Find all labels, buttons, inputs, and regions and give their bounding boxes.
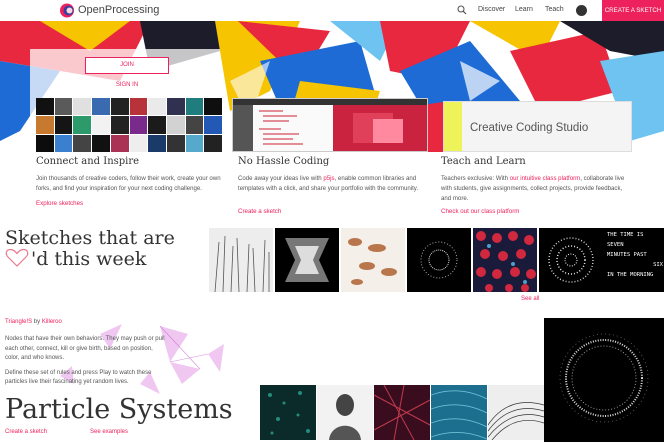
explore-sketches-link[interactable]: Explore sketches [36,200,83,207]
sketch-thumbnail[interactable] [209,228,273,292]
feature-text: Teachers exclusive: With our intuitive c… [441,175,625,202]
sketch-thumbnail[interactable] [407,228,471,292]
feature-connect: Connect and Inspire Join thousands of cr… [36,156,236,207]
sketch-thumbnail-grid [36,98,222,152]
sketch-thumbnail[interactable] [341,228,405,292]
see-all-link[interactable]: See all [521,296,539,302]
create-sketch-link[interactable]: Create a sketch [238,208,281,215]
particle-thumbnail[interactable] [317,385,373,440]
sketch-thumbnail[interactable] [473,228,537,292]
particle-thumbnail[interactable] [260,385,316,440]
feature-title: No Hassle Coding [238,156,330,167]
featured-author-link[interactable]: Killeroo [42,319,62,325]
see-examples-link[interactable]: See examples [90,429,128,435]
code-editor-preview [232,98,428,152]
p5js-link[interactable]: p5js [323,175,334,182]
heart-icon [5,248,29,267]
featured-particle-canvas[interactable] [544,318,664,442]
feature-title: Teach and Learn [441,156,526,167]
particle-systems-title: Particle Systems [5,394,233,425]
hero-banner: JOIN SIGN IN Creative Coding Studio [0,21,664,152]
feature-text: Code away your ideas live with p5js, ena… [238,175,419,192]
featured-sketch-meta: Triangle!S by Killeroo [5,319,62,325]
particle-thumbnail[interactable] [431,385,487,440]
sketch-thumbnail-clock[interactable]: THE TIME IS SEVEN MINUTES PAST SIX IN TH… [603,228,664,292]
studio-title: Creative Coding Studio [470,122,589,134]
sketch-thumbnail[interactable] [275,228,339,292]
class-platform-cta-link[interactable]: Check out our class platform [441,208,519,215]
particle-thumbnail[interactable] [488,385,544,440]
create-sketch-link-particles[interactable]: Create a sketch [5,429,47,435]
feature-teach: Teach and Learn Teachers exclusive: With… [441,156,631,215]
brand-name[interactable]: OpenProcessing [78,4,159,16]
nav-learn[interactable]: Learn [515,6,533,13]
featured-sketch-link[interactable]: Triangle!S [5,319,32,325]
sketch-thumbnail[interactable] [539,228,603,292]
user-avatar[interactable] [576,5,587,16]
class-platform-preview: Creative Coding Studio [443,101,632,152]
liked-section-title: Sketches that are 'd this week [5,227,175,270]
feature-title: Connect and Inspire [36,156,140,167]
feature-text: Join thousands of creative coders, follo… [36,175,221,192]
create-sketch-button[interactable]: CREATE A SKETCH [602,0,664,21]
sign-in-link[interactable]: SIGN IN [110,82,144,88]
nav-teach[interactable]: Teach [545,6,564,13]
top-navbar: OpenProcessing Discover Learn Teach CREA… [0,0,664,21]
particle-description: Nodes that have their own behaviors. The… [5,336,165,385]
search-icon[interactable] [457,5,467,15]
feature-coding: No Hassle Coding Code away your ideas li… [238,156,428,215]
openprocessing-logo-icon[interactable] [59,3,75,18]
nav-discover[interactable]: Discover [478,6,505,13]
particle-thumbnail[interactable] [374,385,430,440]
join-button[interactable]: JOIN [85,57,169,74]
class-platform-link[interactable]: our intuitive class platform [510,175,580,182]
